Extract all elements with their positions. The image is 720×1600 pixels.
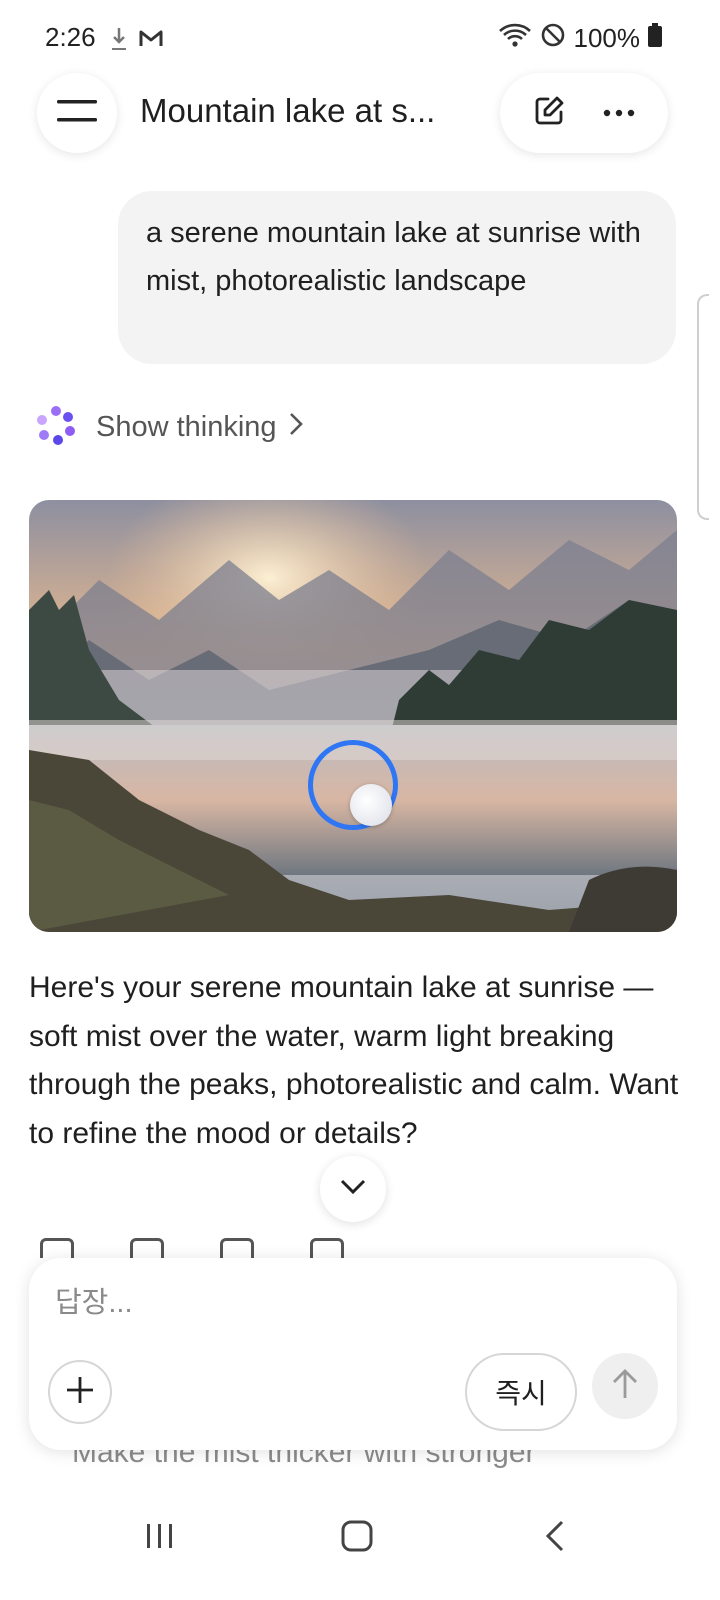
- download-icon: [110, 26, 128, 57]
- show-thinking-toggle[interactable]: Show thinking: [36, 405, 303, 449]
- share-icon[interactable]: [310, 1238, 344, 1258]
- thumbs-up-icon[interactable]: [40, 1238, 74, 1258]
- menu-button[interactable]: [37, 73, 117, 153]
- reply-input[interactable]: [55, 1280, 615, 1326]
- composer: 즉시: [29, 1258, 677, 1450]
- home-icon: [341, 1520, 373, 1557]
- battery-icon: [648, 23, 662, 54]
- status-bar: 2:26 100%: [0, 0, 720, 78]
- plus-icon: [65, 1375, 95, 1410]
- user-message-bubble: a serene mountain lake at sunrise with m…: [118, 191, 676, 364]
- status-right-group: 100%: [498, 22, 662, 55]
- new-chat-button[interactable]: [519, 83, 579, 143]
- response-action-icons: [40, 1238, 360, 1258]
- chevron-down-icon: [340, 1179, 366, 1200]
- header-actions: [500, 73, 668, 153]
- add-attachment-button[interactable]: [48, 1360, 112, 1424]
- edit-icon: [532, 94, 566, 133]
- chevron-right-icon: [289, 411, 303, 443]
- generated-image[interactable]: [29, 500, 677, 932]
- scroll-down-button[interactable]: [320, 1156, 386, 1222]
- home-button[interactable]: [317, 1508, 397, 1568]
- assistant-response: Here's your serene mountain lake at sunr…: [29, 971, 679, 1150]
- instant-mode-button[interactable]: 즉시: [465, 1353, 577, 1431]
- scrollbar[interactable]: [697, 294, 709, 520]
- loading-indicator-dot: [350, 784, 392, 826]
- recent-apps-icon: [145, 1522, 175, 1555]
- gemini-spark-icon: [36, 405, 76, 450]
- back-icon: [545, 1520, 564, 1557]
- do-not-disturb-icon: [540, 22, 566, 55]
- gmail-icon: [138, 26, 164, 55]
- wifi-icon: [498, 22, 532, 55]
- download-image-icon[interactable]: [220, 1238, 254, 1258]
- more-options-button[interactable]: [589, 83, 649, 143]
- recent-apps-button[interactable]: [120, 1508, 200, 1568]
- more-icon: [603, 104, 635, 122]
- arrow-up-icon: [611, 1368, 639, 1405]
- menu-icon: [57, 98, 97, 129]
- copy-icon[interactable]: [130, 1238, 164, 1258]
- system-navigation-bar: [0, 1490, 720, 1600]
- send-button[interactable]: [592, 1353, 658, 1419]
- back-button[interactable]: [515, 1508, 595, 1568]
- show-thinking-label: Show thinking: [96, 410, 277, 443]
- conversation-title[interactable]: Mountain lake at s...: [140, 92, 470, 130]
- status-time: 2:26: [45, 22, 96, 52]
- battery-text: 100%: [573, 23, 641, 53]
